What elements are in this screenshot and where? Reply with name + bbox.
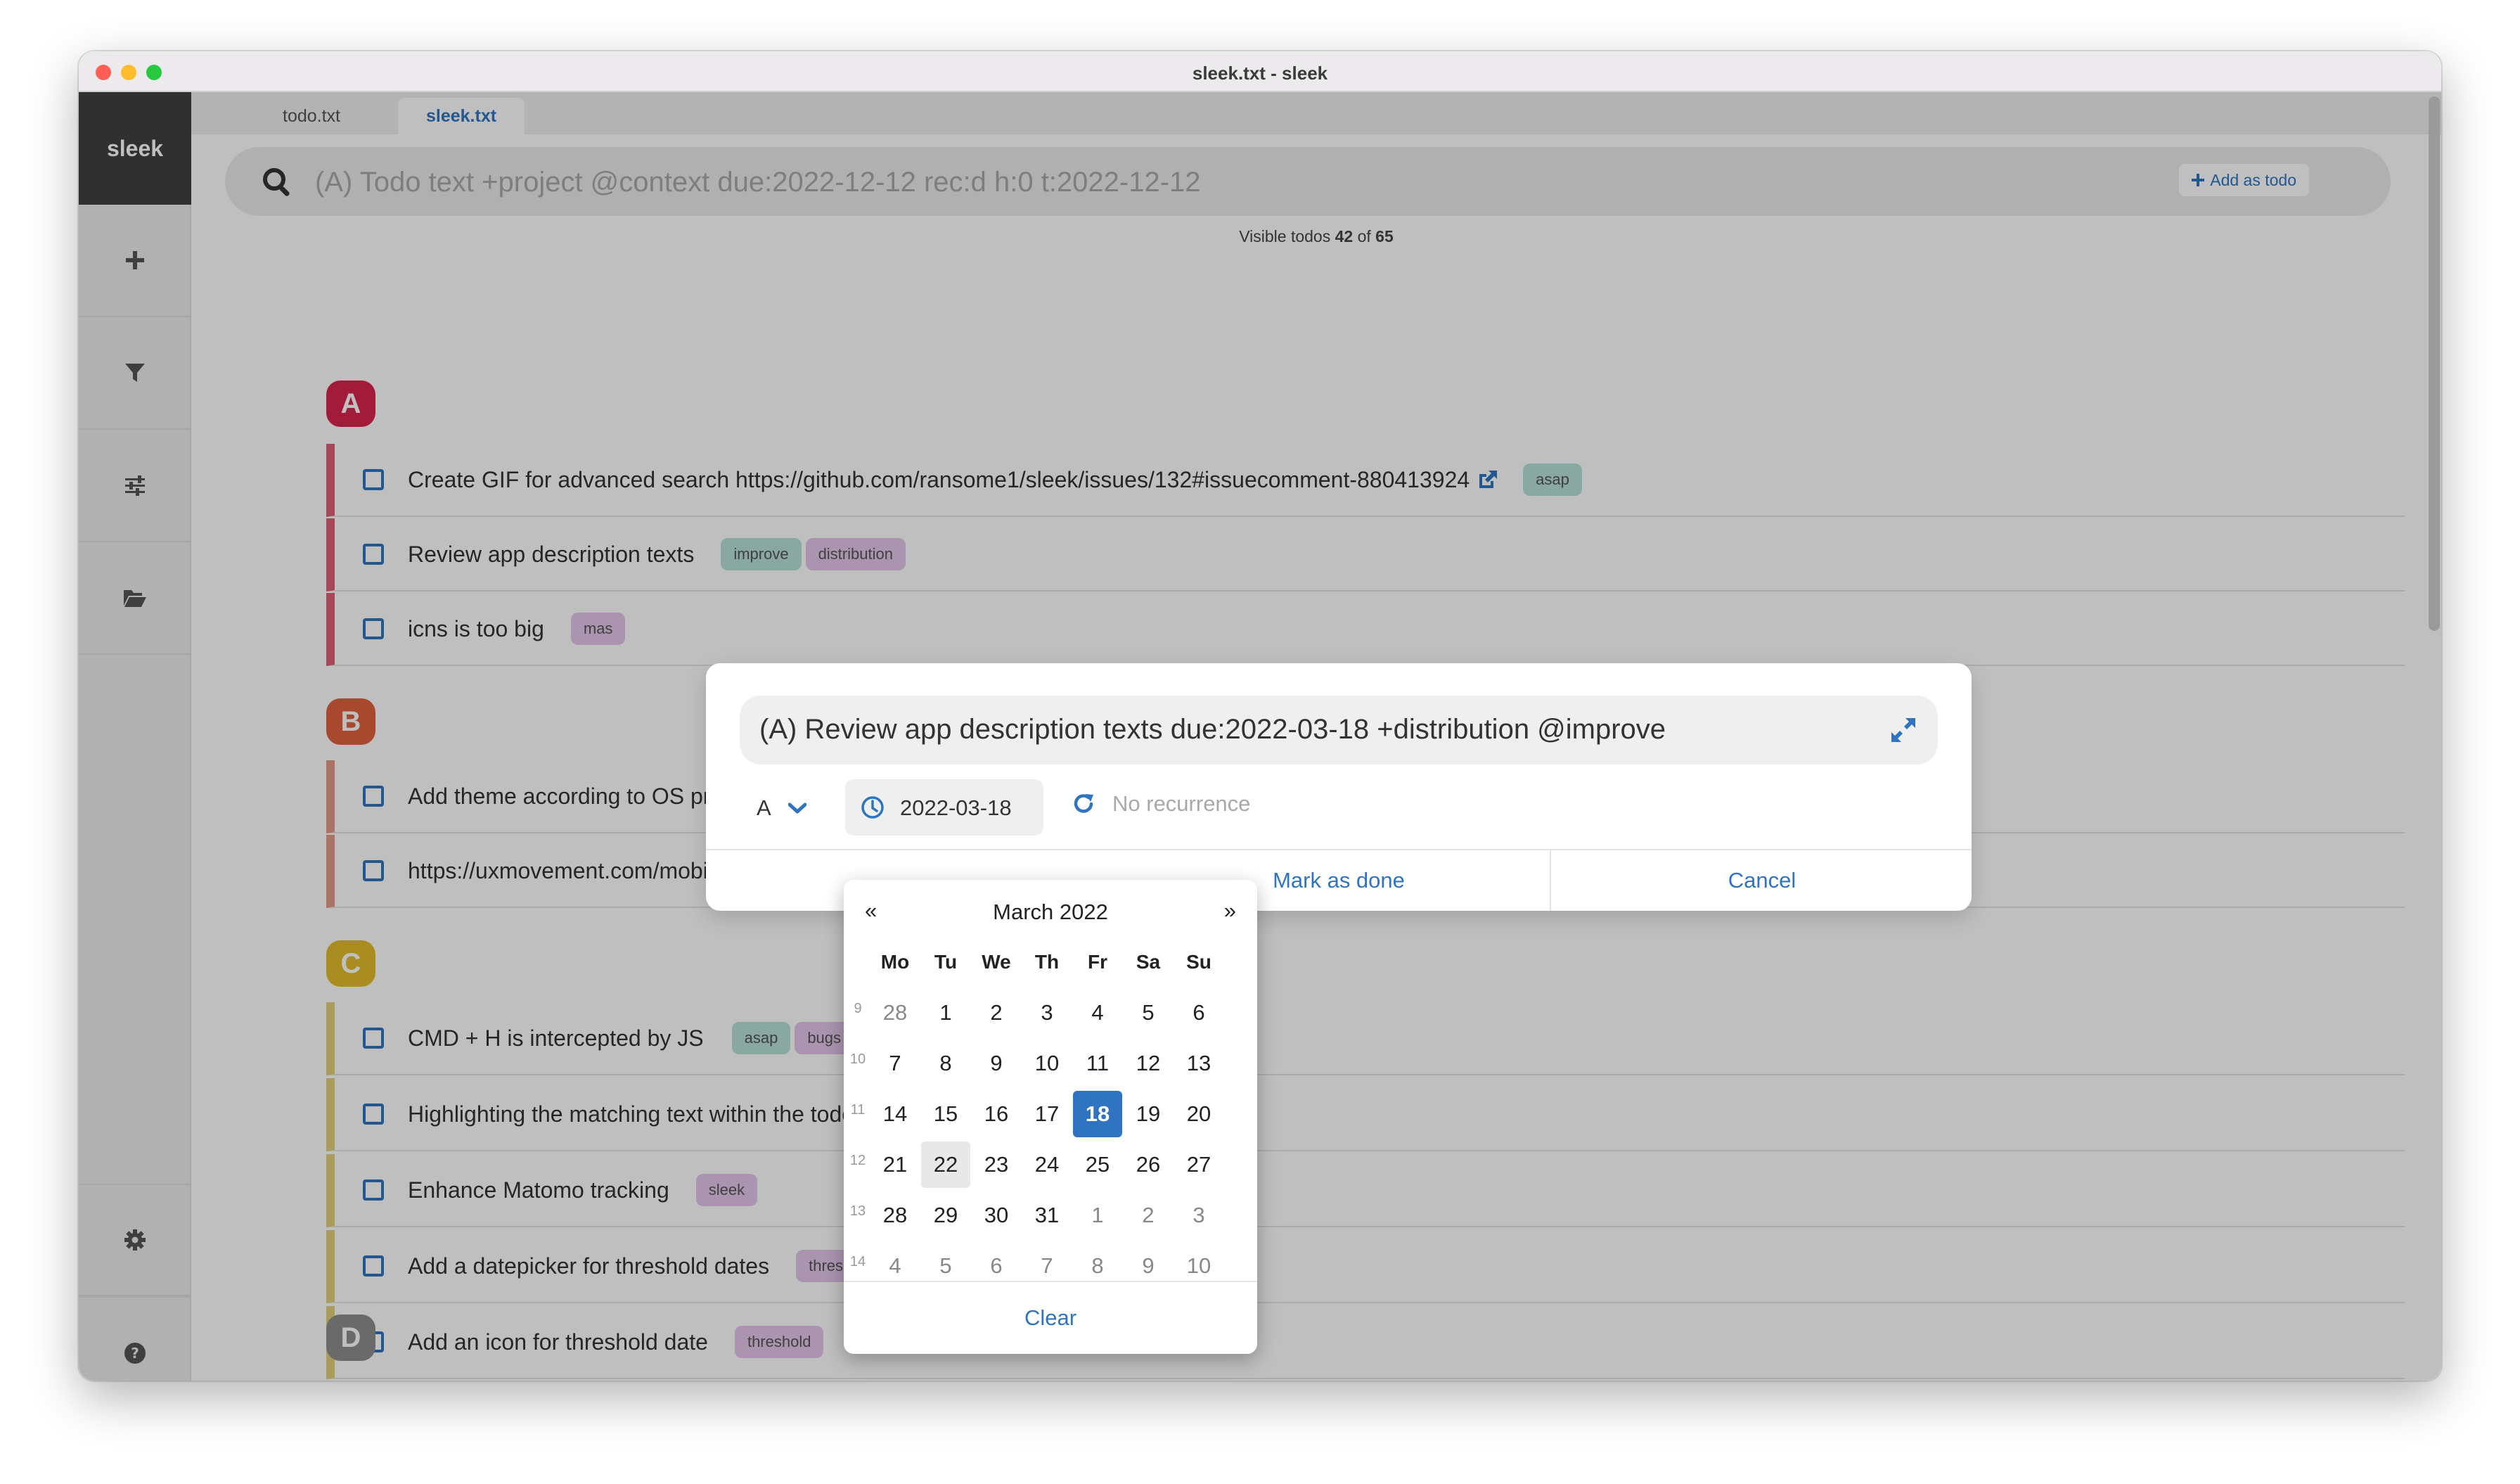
calendar-day[interactable]: 7: [870, 1040, 920, 1087]
window-title: sleek.txt - sleek: [1192, 63, 1328, 84]
calendar-day[interactable]: 2: [972, 990, 1021, 1036]
week-number: 12: [849, 1152, 866, 1168]
weekday-header: We: [982, 951, 1011, 973]
due-date-field[interactable]: 2022-03-18: [845, 779, 1043, 836]
calendar-day[interactable]: 6: [1174, 990, 1223, 1036]
calendar-day[interactable]: 2: [1124, 1192, 1173, 1239]
weekday-header: Fr: [1088, 951, 1107, 973]
app-window: sleek.txt - sleek sleek ? todo.txt sleek…: [79, 51, 2441, 1381]
calendar-day[interactable]: 28: [870, 1192, 920, 1239]
calendar-day[interactable]: 30: [972, 1192, 1021, 1239]
app-body: sleek ? todo.txt sleek.txt (A) Todo text…: [79, 92, 2441, 1381]
calendar-day[interactable]: 8: [921, 1040, 970, 1087]
week-number: 10: [849, 1051, 866, 1067]
scrollbar-thumb[interactable]: [2429, 96, 2440, 631]
calendar-day[interactable]: 28: [870, 990, 920, 1036]
priority-select[interactable]: A: [757, 786, 806, 830]
week-number: 11: [850, 1101, 866, 1118]
calendar-day[interactable]: 14: [870, 1091, 920, 1137]
calendar-day[interactable]: 13: [1174, 1040, 1223, 1087]
datepicker-header: « March 2022 »: [844, 897, 1257, 928]
clear-date-button[interactable]: Clear: [844, 1281, 1257, 1354]
scrollbar[interactable]: [2427, 92, 2441, 1381]
calendar-day[interactable]: 3: [1174, 1192, 1223, 1239]
calendar-day[interactable]: 23: [972, 1141, 1021, 1188]
recurrence-field[interactable]: No recurrence: [1072, 791, 1250, 817]
todo-edit-value: (A) Review app description texts due:202…: [759, 714, 1666, 745]
todo-edit-input[interactable]: (A) Review app description texts due:202…: [740, 696, 1938, 765]
calendar-day[interactable]: 12: [1124, 1040, 1173, 1087]
title-bar: sleek.txt - sleek: [79, 51, 2441, 92]
cancel-button[interactable]: Cancel: [1550, 850, 1973, 911]
weekday-header: Mo: [880, 951, 910, 973]
calendar-day[interactable]: 17: [1022, 1091, 1072, 1137]
calendar-day[interactable]: 11: [1073, 1040, 1122, 1087]
calendar-day[interactable]: 9: [972, 1040, 1021, 1087]
weekday-header: Tu: [934, 951, 958, 973]
expand-icon[interactable]: [1890, 717, 1917, 743]
calendar-day[interactable]: 26: [1124, 1141, 1173, 1188]
calendar-day[interactable]: 29: [921, 1192, 970, 1239]
calendar-day[interactable]: 3: [1022, 990, 1072, 1036]
week-number: 13: [849, 1203, 866, 1219]
calendar-day[interactable]: 10: [1022, 1040, 1072, 1087]
calendar-day[interactable]: 25: [1073, 1141, 1122, 1188]
redo-icon: [1074, 794, 1093, 813]
weekday-header: Sa: [1136, 951, 1161, 973]
calendar-day[interactable]: 31: [1022, 1192, 1072, 1239]
weekday-header: Th: [1034, 951, 1060, 973]
week-number: 9: [854, 1000, 862, 1016]
datepicker: « March 2022 » Mo Tu We Th Fr Sa Su 9 28 1 2 3 4 5 6 10…: [844, 880, 1257, 1354]
calendar-day[interactable]: 21: [870, 1141, 920, 1188]
priority-value: A: [757, 795, 771, 820]
calendar-day[interactable]: 20: [1174, 1091, 1223, 1137]
calendar-day[interactable]: 27: [1174, 1141, 1223, 1188]
due-date-value: 2022-03-18: [900, 795, 1012, 820]
datepicker-title[interactable]: March 2022: [844, 900, 1257, 925]
calendar-day[interactable]: 5: [1124, 990, 1173, 1036]
edit-todo-modal: (A) Review app description texts due:202…: [706, 663, 1972, 911]
calendar-day[interactable]: 15: [921, 1091, 970, 1137]
week-number: 14: [849, 1253, 866, 1269]
recurrence-value: No recurrence: [1112, 791, 1251, 816]
calendar-day[interactable]: 4: [1073, 990, 1122, 1036]
chevron-down-icon: [788, 802, 806, 814]
clock-icon: [861, 796, 884, 819]
weekday-header: Su: [1186, 951, 1211, 973]
calendar-day[interactable]: 16: [972, 1091, 1021, 1137]
calendar-day[interactable]: 22: [921, 1141, 970, 1188]
calendar-day[interactable]: 1: [1073, 1192, 1122, 1239]
calendar-day[interactable]: 18: [1073, 1091, 1122, 1137]
next-month-button[interactable]: »: [1224, 898, 1236, 923]
calendar-day[interactable]: 1: [921, 990, 970, 1036]
calendar-day[interactable]: 19: [1124, 1091, 1173, 1137]
calendar-day[interactable]: 24: [1022, 1141, 1072, 1188]
